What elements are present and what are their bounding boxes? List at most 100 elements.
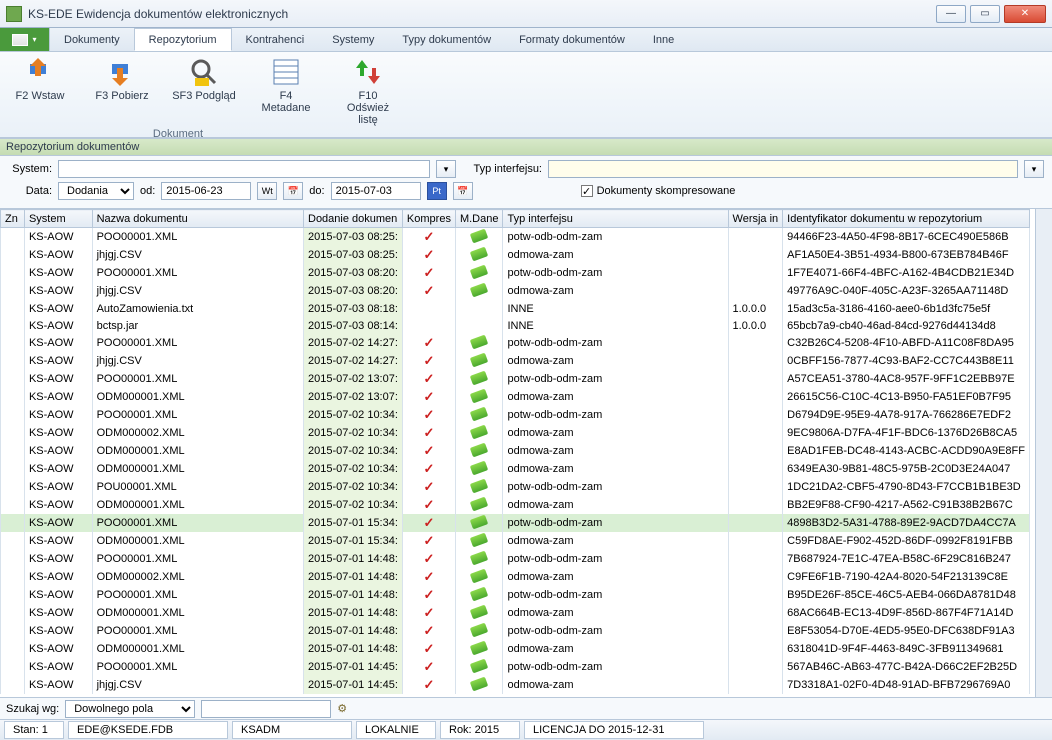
system-input[interactable] xyxy=(58,160,430,178)
typ-dropdown-button[interactable]: ▾ xyxy=(1024,160,1044,178)
col-2[interactable]: Nazwa dokumentu xyxy=(92,210,303,228)
pt-button[interactable]: Pt xyxy=(427,182,447,200)
cell: ODM000001.XML xyxy=(92,496,303,514)
date-to-input[interactable] xyxy=(331,182,421,200)
cell: KS-AOW xyxy=(24,370,92,388)
cal-to-button[interactable]: 📅 xyxy=(453,182,473,200)
menu-kontrahenci[interactable]: Kontrahenci xyxy=(232,28,319,51)
cell xyxy=(1,424,25,442)
main-menu-button[interactable]: ▾ xyxy=(0,28,50,51)
cal-from-button[interactable]: 📅 xyxy=(283,182,303,200)
cell: POO00001.XML xyxy=(92,334,303,352)
table-row[interactable]: KS-AOWPOU00001.XML2015-07-02 10:34:✓potw… xyxy=(1,478,1030,496)
cell: ✓ xyxy=(402,676,455,694)
table-row[interactable]: KS-AOWODM000001.XML2015-07-01 14:48:✓odm… xyxy=(1,604,1030,622)
col-0[interactable]: Zn xyxy=(1,210,25,228)
cell: ✓ xyxy=(402,532,455,550)
col-3[interactable]: Dodanie dokumen xyxy=(304,210,403,228)
tag-icon xyxy=(470,246,488,261)
maximize-button[interactable]: ▭ xyxy=(970,5,1000,23)
table-row[interactable]: KS-AOWjhjgj.CSV2015-07-02 14:27:✓odmowa-… xyxy=(1,352,1030,370)
table-row[interactable]: KS-AOWODM000002.XML2015-07-02 10:34:✓odm… xyxy=(1,424,1030,442)
cell: ✓ xyxy=(402,334,455,352)
menu-dokumenty[interactable]: Dokumenty xyxy=(50,28,134,51)
table-row[interactable]: KS-AOWPOO00001.XML2015-07-02 10:34:✓potw… xyxy=(1,406,1030,424)
tag-icon xyxy=(470,228,488,243)
menu-formaty-dokumentów[interactable]: Formaty dokumentów xyxy=(505,28,639,51)
cell: ✓ xyxy=(402,264,455,282)
col-5[interactable]: M.Dane xyxy=(455,210,503,228)
table-row[interactable]: KS-AOWjhjgj.CSV2015-07-01 14:45:✓odmowa-… xyxy=(1,676,1030,694)
typ-interfejsu-label: Typ interfejsu: xyxy=(462,163,542,175)
gear-icon[interactable]: ⚙ xyxy=(337,702,347,715)
table-row[interactable]: KS-AOWjhjgj.CSV2015-07-03 08:20:✓odmowa-… xyxy=(1,282,1030,300)
table-row[interactable]: KS-AOWPOO00001.XML2015-07-01 14:48:✓potw… xyxy=(1,550,1030,568)
table-row[interactable]: KS-AOWODM000002.XML2015-07-01 14:48:✓odm… xyxy=(1,568,1030,586)
tag-icon xyxy=(470,264,488,279)
ribbon-tool-f2-wstaw[interactable]: F2 Wstaw xyxy=(8,56,72,126)
table-row[interactable]: KS-AOWPOO00001.XML2015-07-02 14:27:✓potw… xyxy=(1,334,1030,352)
table-row[interactable]: KS-AOWbctsp.jar2015-07-03 08:14:INNE1.0.… xyxy=(1,317,1030,334)
cell: jhjgj.CSV xyxy=(92,352,303,370)
search-input[interactable] xyxy=(201,700,331,718)
table-row[interactable]: KS-AOWODM000001.XML2015-07-02 10:34:✓odm… xyxy=(1,496,1030,514)
wt-button[interactable]: Wt xyxy=(257,182,277,200)
ribbon-tool-sf3-podgląd[interactable]: SF3 Podgląd xyxy=(172,56,236,126)
col-6[interactable]: Typ interfejsu xyxy=(503,210,728,228)
cell: ✓ xyxy=(402,282,455,300)
cell: AF1A50E4-3B51-4934-B800-673EB784B46F xyxy=(783,246,1030,264)
table-row[interactable]: KS-AOWODM000001.XML2015-07-01 15:34:✓odm… xyxy=(1,532,1030,550)
menu-typy-dokumentów[interactable]: Typy dokumentów xyxy=(388,28,505,51)
table-row[interactable]: KS-AOWPOO00001.XML2015-07-03 08:20:✓potw… xyxy=(1,264,1030,282)
table-row[interactable]: KS-AOWPOO00001.XML2015-07-01 14:45:✓potw… xyxy=(1,658,1030,676)
search-mode-select[interactable]: Dowolnego pola xyxy=(65,700,195,718)
check-icon: ✓ xyxy=(423,247,434,262)
ribbon-tool-f3-pobierz[interactable]: F3 Pobierz xyxy=(90,56,154,126)
ribbon-tool-f4-metadane[interactable]: F4 Metadane xyxy=(254,56,318,126)
cell: ODM000002.XML xyxy=(92,568,303,586)
cell: ✓ xyxy=(402,550,455,568)
cell: 2015-07-02 10:34: xyxy=(304,442,403,460)
col-4[interactable]: Kompres xyxy=(402,210,455,228)
cell: KS-AOW xyxy=(24,282,92,300)
table-row[interactable]: KS-AOWjhjgj.CSV2015-07-03 08:25:✓odmowa-… xyxy=(1,246,1030,264)
table-row[interactable]: KS-AOWODM000001.XML2015-07-02 13:07:✓odm… xyxy=(1,388,1030,406)
cell xyxy=(1,460,25,478)
date-from-input[interactable] xyxy=(161,182,251,200)
cell: 65bcb7a9-cb40-46ad-84cd-9276d44134d8 xyxy=(783,317,1030,334)
vertical-scrollbar[interactable] xyxy=(1035,209,1052,697)
col-7[interactable]: Wersja in xyxy=(728,210,783,228)
table-row[interactable]: KS-AOWPOO00001.XML2015-07-01 15:34:✓potw… xyxy=(1,514,1030,532)
table-row[interactable]: KS-AOWODM000001.XML2015-07-02 10:34:✓odm… xyxy=(1,442,1030,460)
cell: 2015-07-03 08:20: xyxy=(304,264,403,282)
ribbon-tool-f10-odśwież-listę[interactable]: F10 Odśwież listę xyxy=(336,56,400,126)
cell: 6349EA30-9B81-48C5-975B-2C0D3E24A047 xyxy=(783,460,1030,478)
tag-icon xyxy=(470,532,488,547)
table-row[interactable]: KS-AOWPOO00001.XML2015-07-01 14:48:✓potw… xyxy=(1,622,1030,640)
cell xyxy=(728,388,783,406)
compressed-checkbox[interactable]: ✓ Dokumenty skompresowane xyxy=(581,185,736,197)
table-row[interactable]: KS-AOWODM000001.XML2015-07-02 10:34:✓odm… xyxy=(1,460,1030,478)
cell xyxy=(1,228,25,247)
data-mode-select[interactable]: Dodania xyxy=(58,182,134,200)
cell: potw-odb-odm-zam xyxy=(503,586,728,604)
table-row[interactable]: KS-AOWODM000001.XML2015-07-01 14:48:✓odm… xyxy=(1,640,1030,658)
cell xyxy=(455,496,503,514)
cell xyxy=(1,388,25,406)
col-1[interactable]: System xyxy=(24,210,92,228)
col-8[interactable]: Identyfikator dokumentu w repozytorium xyxy=(783,210,1030,228)
table-row[interactable]: KS-AOWPOO00001.XML2015-07-01 14:48:✓potw… xyxy=(1,586,1030,604)
cell: potw-odb-odm-zam xyxy=(503,478,728,496)
menu-systemy[interactable]: Systemy xyxy=(318,28,388,51)
minimize-button[interactable]: — xyxy=(936,5,966,23)
system-label: System: xyxy=(8,163,52,175)
typ-interfejsu-input[interactable] xyxy=(548,160,1018,178)
system-dropdown-button[interactable]: ▾ xyxy=(436,160,456,178)
table-row[interactable]: KS-AOWPOO00001.XML2015-07-02 13:07:✓potw… xyxy=(1,370,1030,388)
close-button[interactable]: ✕ xyxy=(1004,5,1046,23)
menu-repozytorium[interactable]: Repozytorium xyxy=(134,28,232,51)
table-row[interactable]: KS-AOWAutoZamowienia.txt2015-07-03 08:18… xyxy=(1,300,1030,317)
cell xyxy=(728,640,783,658)
menu-inne[interactable]: Inne xyxy=(639,28,688,51)
table-row[interactable]: KS-AOWPOO00001.XML2015-07-03 08:25:✓potw… xyxy=(1,228,1030,247)
